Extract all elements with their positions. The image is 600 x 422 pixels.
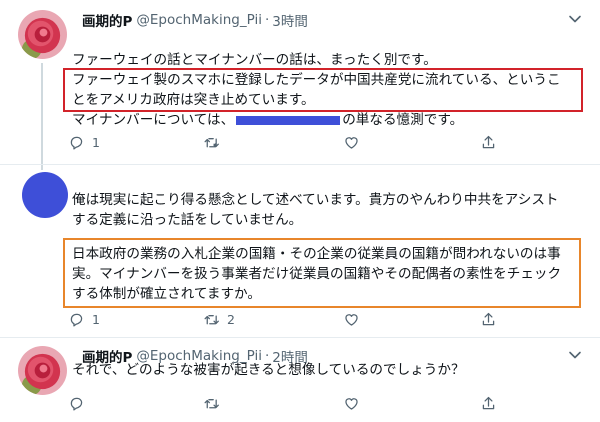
redaction-bar bbox=[236, 115, 341, 125]
reply-count: 1 bbox=[92, 312, 100, 327]
reply-count: 1 bbox=[92, 135, 100, 150]
user-handle[interactable]: @EpochMaking_Pii bbox=[136, 12, 262, 28]
retweet-icon bbox=[204, 399, 219, 409]
share-icon bbox=[482, 396, 495, 410]
tweet-text-line: 日本政府の業務の入札企業の国籍・その企業の従業員の国籍が問われないのは事 bbox=[72, 246, 561, 262]
tweet-text: 俺は現実に起こり得る懸念として述べています。貴方のやんわり中共をアシスト する定… bbox=[72, 190, 588, 230]
display-name[interactable]: 画期的P bbox=[82, 10, 132, 30]
reply-icon bbox=[70, 313, 83, 327]
share-icon bbox=[482, 135, 495, 149]
tweet-text-line: それで、どのような被害が起きると想像しているのでしょうか？ bbox=[72, 362, 465, 378]
timestamp[interactable]: 3時間 bbox=[272, 10, 308, 30]
share-button[interactable] bbox=[480, 311, 497, 328]
retweet-button[interactable]: 2 bbox=[203, 311, 235, 328]
tweet-text-line: 実。マイナンバーを扱う事業者だけ従業員の国籍やその配偶者の素性をチェック bbox=[72, 266, 562, 282]
retweet-button[interactable] bbox=[203, 395, 227, 412]
tweet-divider bbox=[0, 337, 600, 338]
text-fragment: の単なる憶測です。 bbox=[342, 112, 464, 128]
tweet-text-line: 俺は現実に起こり得る懸念として述べています。貴方のやんわり中共をアシスト bbox=[72, 192, 559, 208]
retweet-icon bbox=[204, 138, 219, 148]
retweet-count: 2 bbox=[227, 312, 235, 327]
tweet-text: ファーウェイの話とマイナンバーの話は、まったく別です。 ファーウェイ製のスマホに… bbox=[72, 50, 588, 130]
tweet-text: それで、どのような被害が起きると想像しているのでしょうか？ bbox=[72, 360, 588, 380]
share-button[interactable] bbox=[480, 134, 497, 151]
reply-icon bbox=[70, 397, 83, 411]
like-button[interactable] bbox=[343, 134, 367, 151]
tweet-text-line: とをアメリカ政府は突き止めています。 bbox=[72, 92, 315, 108]
avatar-rose[interactable] bbox=[18, 346, 67, 395]
heart-icon bbox=[345, 137, 358, 149]
like-button[interactable] bbox=[343, 311, 367, 328]
tweet-3[interactable]: 画期的P @EpochMaking_Pii · 2時間 それで、どのような被害が… bbox=[0, 346, 600, 422]
reply-button[interactable] bbox=[68, 395, 92, 412]
like-button[interactable] bbox=[343, 395, 367, 412]
retweet-button[interactable] bbox=[203, 134, 227, 151]
action-bar: 1 2 bbox=[68, 311, 518, 331]
tweet-text-line: ファーウェイ製のスマホに登録したデータが中国共産党に流れている、というこ bbox=[72, 72, 561, 88]
tweet-divider bbox=[0, 164, 600, 165]
share-button[interactable] bbox=[480, 395, 497, 412]
heart-icon bbox=[345, 398, 358, 410]
header-separator: · bbox=[264, 12, 270, 28]
avatar-blue[interactable] bbox=[22, 172, 68, 218]
highlighted-text: 日本政府の業務の入札企業の国籍・その企業の従業員の国籍が問われないのは事 実。マ… bbox=[72, 244, 588, 304]
thread-connector bbox=[41, 63, 43, 170]
action-bar bbox=[68, 395, 518, 415]
tweet-2[interactable]: 俺は現実に起こり得る懸念として述べています。貴方のやんわり中共をアシスト する定… bbox=[0, 172, 600, 332]
rose-avatar-image bbox=[18, 346, 67, 395]
chevron-down-icon[interactable] bbox=[568, 12, 582, 26]
rose-avatar-image bbox=[18, 10, 67, 59]
retweet-icon bbox=[204, 315, 219, 325]
tweet-text-line: ファーウェイの話とマイナンバーの話は、まったく別です。 bbox=[72, 52, 437, 68]
avatar-rose[interactable] bbox=[18, 10, 67, 59]
action-bar: 1 bbox=[68, 134, 518, 154]
reply-icon bbox=[70, 136, 83, 150]
share-icon bbox=[482, 312, 495, 326]
tweet-1[interactable]: 画期的P @EpochMaking_Pii · 3時間 ファーウェイの話とマイナ… bbox=[0, 10, 600, 170]
text-fragment: マイナンバーについては、 bbox=[72, 112, 235, 128]
tweet-text-line: する定義に沿った話をしていません。 bbox=[72, 212, 303, 228]
tweet-text-line: マイナンバーについては、 の単なる憶測です。 bbox=[72, 110, 588, 130]
tweet-header: 画期的P @EpochMaking_Pii · 3時間 bbox=[82, 10, 308, 30]
reply-button[interactable]: 1 bbox=[68, 134, 100, 151]
reply-button[interactable]: 1 bbox=[68, 311, 100, 328]
heart-icon bbox=[345, 314, 358, 326]
tweet-text-line: する体制が確立されてますか。 bbox=[72, 286, 261, 302]
